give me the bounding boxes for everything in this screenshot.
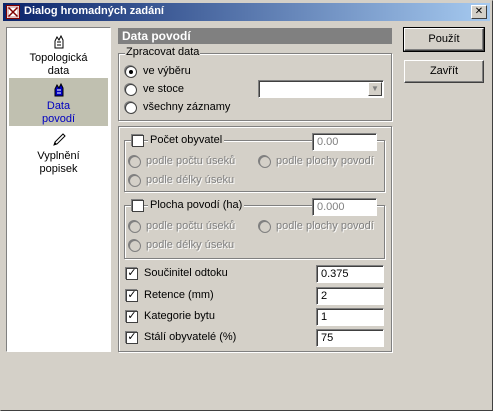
title-bar[interactable]: Dialog hromadných zadání ✕ [3,3,490,21]
population-by-segment-count-label: podle počtu úseků [146,155,236,167]
dialog-window: Dialog hromadných zadání ✕ Topologická d… [0,0,493,411]
sidebar-item-label: Vyplnění [37,150,80,162]
area-by-segment-length-label: podle délky úseku [146,239,235,251]
permanent-residents-checkbox[interactable]: ✓ [126,332,138,344]
hand-map-icon [54,82,63,97]
chevron-down-icon[interactable]: ▼ [368,82,382,96]
runoff-coefficient-checkbox[interactable]: ✓ [126,268,138,280]
radio-all-records-label[interactable]: všechny záznamy [143,101,230,113]
runoff-coefficient-input[interactable]: 0.375 [316,265,384,283]
category-list: Topologická data Data povodí Vyplnění po… [6,27,111,352]
radio-in-sewer-label[interactable]: ve stoce [143,83,184,95]
sidebar-item-label: Topologická [29,52,88,64]
area-by-segment-count-label: podle počtu úseků [146,220,236,232]
retention-checkbox[interactable]: ✓ [126,290,138,302]
runoff-coefficient-label[interactable]: Součinitel odtoku [144,267,228,279]
radio-in-selection[interactable] [125,66,137,78]
close-window-button[interactable]: ✕ [471,5,487,19]
apply-button[interactable]: Použít [403,27,485,52]
sidebar-item-label: data [47,65,70,77]
population-by-segment-length-radio[interactable] [129,175,141,187]
process-data-legend: Zpracovat data [125,46,201,58]
panel-title: Data povodí [118,28,392,44]
area-by-segment-length-radio[interactable] [129,240,141,252]
sewer-select[interactable]: ▼ [258,80,384,98]
dwelling-category-label[interactable]: Kategorie bytu [144,310,215,322]
population-input[interactable]: 0.00 [312,133,377,151]
population-label[interactable]: Počet obyvatel [148,134,225,146]
sidebar-item-label-fill[interactable]: Vyplnění popisek [9,128,108,176]
pencil-icon [52,133,66,146]
population-by-catchment-area-label: podle plochy povodí [276,155,374,167]
radio-in-sewer[interactable] [125,84,137,96]
radio-all-records[interactable] [125,102,137,114]
window-title: Dialog hromadných zadání [24,5,164,17]
sidebar-item-label: povodí [41,113,76,125]
permanent-residents-label[interactable]: Stálí obyvatelé (%) [144,331,236,343]
radio-in-selection-label[interactable]: ve výběru [143,65,191,77]
area-checkbox[interactable] [132,200,144,212]
permanent-residents-input[interactable]: 75 [316,329,384,347]
population-checkbox[interactable] [132,135,144,147]
close-button[interactable]: Zavřít [404,60,484,83]
area-by-catchment-area-radio[interactable] [259,221,271,233]
app-icon [6,5,20,19]
sidebar-item-topological-data[interactable]: Topologická data [9,30,108,78]
hand-map-icon [54,34,63,49]
retention-input[interactable]: 2 [316,287,384,305]
area-by-catchment-area-label: podle plochy povodí [276,220,374,232]
population-by-catchment-area-radio[interactable] [259,156,271,168]
sidebar-item-label: popisek [39,163,78,175]
area-by-segment-count-radio[interactable] [129,221,141,233]
retention-label[interactable]: Retence (mm) [144,289,214,301]
population-by-segment-length-label: podle délky úseku [146,174,235,186]
area-label[interactable]: Plocha povodí (ha) [148,199,245,211]
sidebar-item-data-povodi[interactable]: Data povodí [9,78,108,126]
sidebar-item-label: Data [46,100,71,112]
dwelling-category-input[interactable]: 1 [316,308,384,326]
dwelling-category-checkbox[interactable]: ✓ [126,311,138,323]
population-by-segment-count-radio[interactable] [129,156,141,168]
area-input[interactable]: 0.000 [312,198,377,216]
